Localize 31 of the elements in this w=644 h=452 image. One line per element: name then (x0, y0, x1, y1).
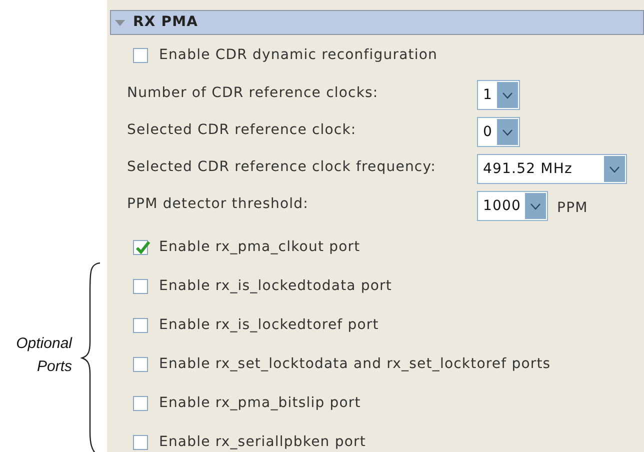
checkbox[interactable] (133, 396, 148, 411)
field-label: Selected CDR reference clock frequency: (127, 158, 437, 177)
dropdown[interactable]: 0 (477, 117, 520, 147)
chevron-down-icon (530, 202, 542, 210)
checkbox-label: Enable rx_is_lockedtodata port (159, 277, 392, 296)
field-label: Number of CDR reference clocks: (127, 84, 380, 103)
field-label: Selected CDR reference clock: (127, 121, 358, 140)
field-label: PPM detector threshold: (127, 195, 310, 214)
checkbox-label: Enable CDR dynamic reconfiguration (159, 46, 438, 65)
checkbox[interactable] (133, 48, 148, 63)
dropdown[interactable]: 491.52 MHz (477, 154, 627, 184)
checkbox-label: Enable rx_seriallpbken port (159, 433, 366, 452)
dropdown-value: 491.52 MHz (482, 160, 574, 178)
checkbox[interactable] (133, 357, 148, 372)
checkbox-label: Enable rx_set_locktodata and rx_set_locktoref ports (159, 355, 551, 374)
checkbox[interactable] (133, 240, 148, 255)
unit-label: PPM (557, 198, 588, 218)
checkbox[interactable] (133, 435, 148, 450)
dropdown[interactable]: 1 (477, 80, 520, 110)
chevron-down-icon (609, 166, 620, 172)
dropdown[interactable]: 1000 (477, 191, 548, 221)
collapse-triangle-icon (115, 18, 125, 28)
checkbox[interactable] (133, 318, 148, 333)
checkbox-label: Enable rx_pma_clkout port (159, 238, 360, 257)
chevron-down-icon (502, 128, 513, 136)
section-header[interactable]: RX PMA (110, 10, 644, 35)
checkbox-label: Enable rx_is_lockedtoref port (159, 316, 379, 335)
chevron-down-icon (502, 92, 513, 98)
annotation-label: Optional Ports (15, 334, 72, 377)
checkbox-label: Enable rx_pma_bitslip port (159, 394, 361, 413)
checkbox[interactable] (133, 279, 148, 294)
